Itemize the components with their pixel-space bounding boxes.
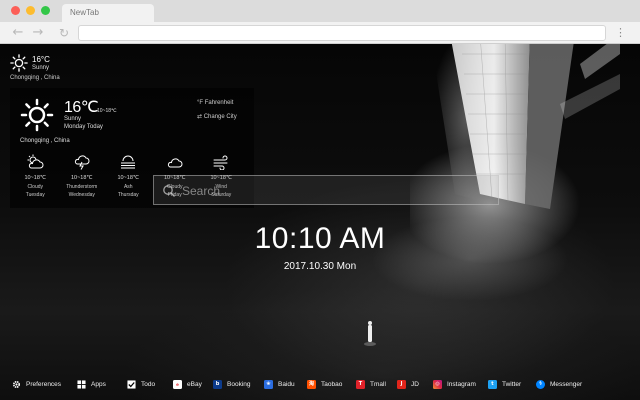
thunderstorm-icon <box>74 155 90 170</box>
address-bar[interactable] <box>78 25 606 41</box>
minimize-window-button[interactable] <box>26 6 35 15</box>
messenger-icon: ϟ <box>536 379 545 389</box>
bottom-bar-label: Apps <box>91 380 106 388</box>
menu-dots-icon[interactable]: ⋮ <box>615 26 626 40</box>
bottom-bar: Preferences Apps Todo e eBay b Booking ❀… <box>0 374 640 394</box>
preferences-button[interactable]: Preferences <box>12 378 61 390</box>
browser-toolbar: ← → ↻ ⋮ <box>0 22 640 44</box>
arrow-left-icon[interactable]: ← <box>10 25 26 41</box>
bottom-bar-label: Todo <box>141 380 156 388</box>
bottom-bar-label: Instagram <box>447 380 476 388</box>
clock-time: 10:10 AM <box>254 222 386 255</box>
shortcut-instagram[interactable]: ◎ Instagram <box>433 378 476 390</box>
bottom-bar-label: Taobao <box>321 380 343 388</box>
bottom-bar-label: JD <box>411 380 419 388</box>
shortcut-baidu[interactable]: ❀ Baidu <box>264 378 295 390</box>
jd-icon: J <box>397 379 406 389</box>
forecast-day-name: Tuesday <box>25 192 45 198</box>
baidu-icon: ❀ <box>264 379 273 389</box>
bottom-bar-label: eBay <box>187 380 202 388</box>
fahrenheit-toggle[interactable]: °F Fahrenheit <box>197 100 233 106</box>
mini-weather-widget[interactable]: 16°C Sunny Chongqing , China <box>10 54 90 84</box>
wind-icon <box>213 155 228 170</box>
apps-grid-icon <box>77 379 86 389</box>
figure-silhouette <box>364 321 376 346</box>
search-input[interactable] <box>182 182 482 200</box>
todo-button[interactable]: Todo <box>127 378 155 390</box>
bottom-bar-label: Twitter <box>502 380 522 388</box>
taobao-icon: 淘 <box>307 379 316 389</box>
twitter-icon: t <box>488 379 497 389</box>
current-temperature: 16℃ <box>64 99 99 116</box>
forecast-range: 10~18℃ <box>70 175 93 181</box>
weather-city: Chongqing , China <box>20 138 70 144</box>
browser-titlebar: NewTab <box>0 0 640 22</box>
shortcut-messenger[interactable]: ϟ Messenger <box>536 378 582 390</box>
forecast-range: 10~18℃ <box>24 175 47 181</box>
shortcut-jd[interactable]: J JD <box>397 378 419 390</box>
current-condition: Sunny <box>64 116 82 122</box>
mini-city: Chongqing , China <box>10 75 60 81</box>
forecast-condition: Cloudy <box>27 184 44 190</box>
tab-title: NewTab <box>70 8 99 17</box>
shortcut-ebay[interactable]: e eBay <box>173 378 202 390</box>
forecast-day-name: Wednesday <box>68 192 95 198</box>
bottom-bar-label: Preferences <box>26 380 62 388</box>
forecast-day: 10~18℃ Thunderstorm Wednesday <box>59 154 106 204</box>
sun-icon <box>10 54 28 72</box>
forecast-day: 10~18℃ Cloudy Tuesday <box>12 154 59 204</box>
forecast-range: 10~18℃ <box>117 175 140 181</box>
forecast-day-name: Thursday <box>117 192 139 198</box>
change-city-button[interactable]: ⇄ Change City <box>197 113 237 120</box>
bottom-bar-label: Tmall <box>370 380 386 388</box>
browser-tab[interactable]: NewTab <box>62 4 154 22</box>
search-icon[interactable] <box>162 184 176 198</box>
clock-date: 2017.10.30 Mon <box>283 261 357 272</box>
mini-temperature: 16°C <box>32 55 50 64</box>
gear-icon <box>12 380 21 388</box>
apps-button[interactable]: Apps <box>77 378 106 390</box>
arrow-right-icon[interactable]: → <box>30 25 46 41</box>
forecast-condition: Thunderstorm <box>66 184 98 190</box>
checkbox-icon <box>127 379 136 389</box>
bottom-bar-label: Baidu <box>278 380 295 388</box>
shortcut-taobao[interactable]: 淘 Taobao <box>307 378 342 390</box>
current-day: Monday Today <box>64 124 103 130</box>
forecast-condition: Ash <box>123 184 133 190</box>
bottom-bar-label: Messenger <box>550 380 583 388</box>
ebay-icon: e <box>173 379 182 389</box>
sun-icon <box>20 98 54 132</box>
mini-condition: Sunny <box>32 65 50 71</box>
shortcut-booking[interactable]: b Booking <box>213 378 251 390</box>
shortcut-tmall[interactable]: T Tmall <box>356 378 386 390</box>
booking-icon: b <box>213 379 222 389</box>
cloudy-sun-icon <box>27 154 44 169</box>
ash-icon <box>121 155 136 169</box>
shortcut-twitter[interactable]: t Twitter <box>488 378 521 390</box>
bottom-bar-label: Booking <box>227 380 251 388</box>
tmall-icon: T <box>356 379 365 389</box>
reload-icon[interactable]: ↻ <box>56 25 72 41</box>
temperature-range: 10~18℃ <box>97 108 117 114</box>
search-box[interactable] <box>153 175 499 205</box>
forecast-day: 10~18℃ Ash Thursday <box>105 154 152 204</box>
instagram-icon: ◎ <box>433 379 442 389</box>
close-window-button[interactable] <box>11 6 20 15</box>
maximize-window-button[interactable] <box>41 6 50 15</box>
cloud-icon <box>167 158 183 168</box>
